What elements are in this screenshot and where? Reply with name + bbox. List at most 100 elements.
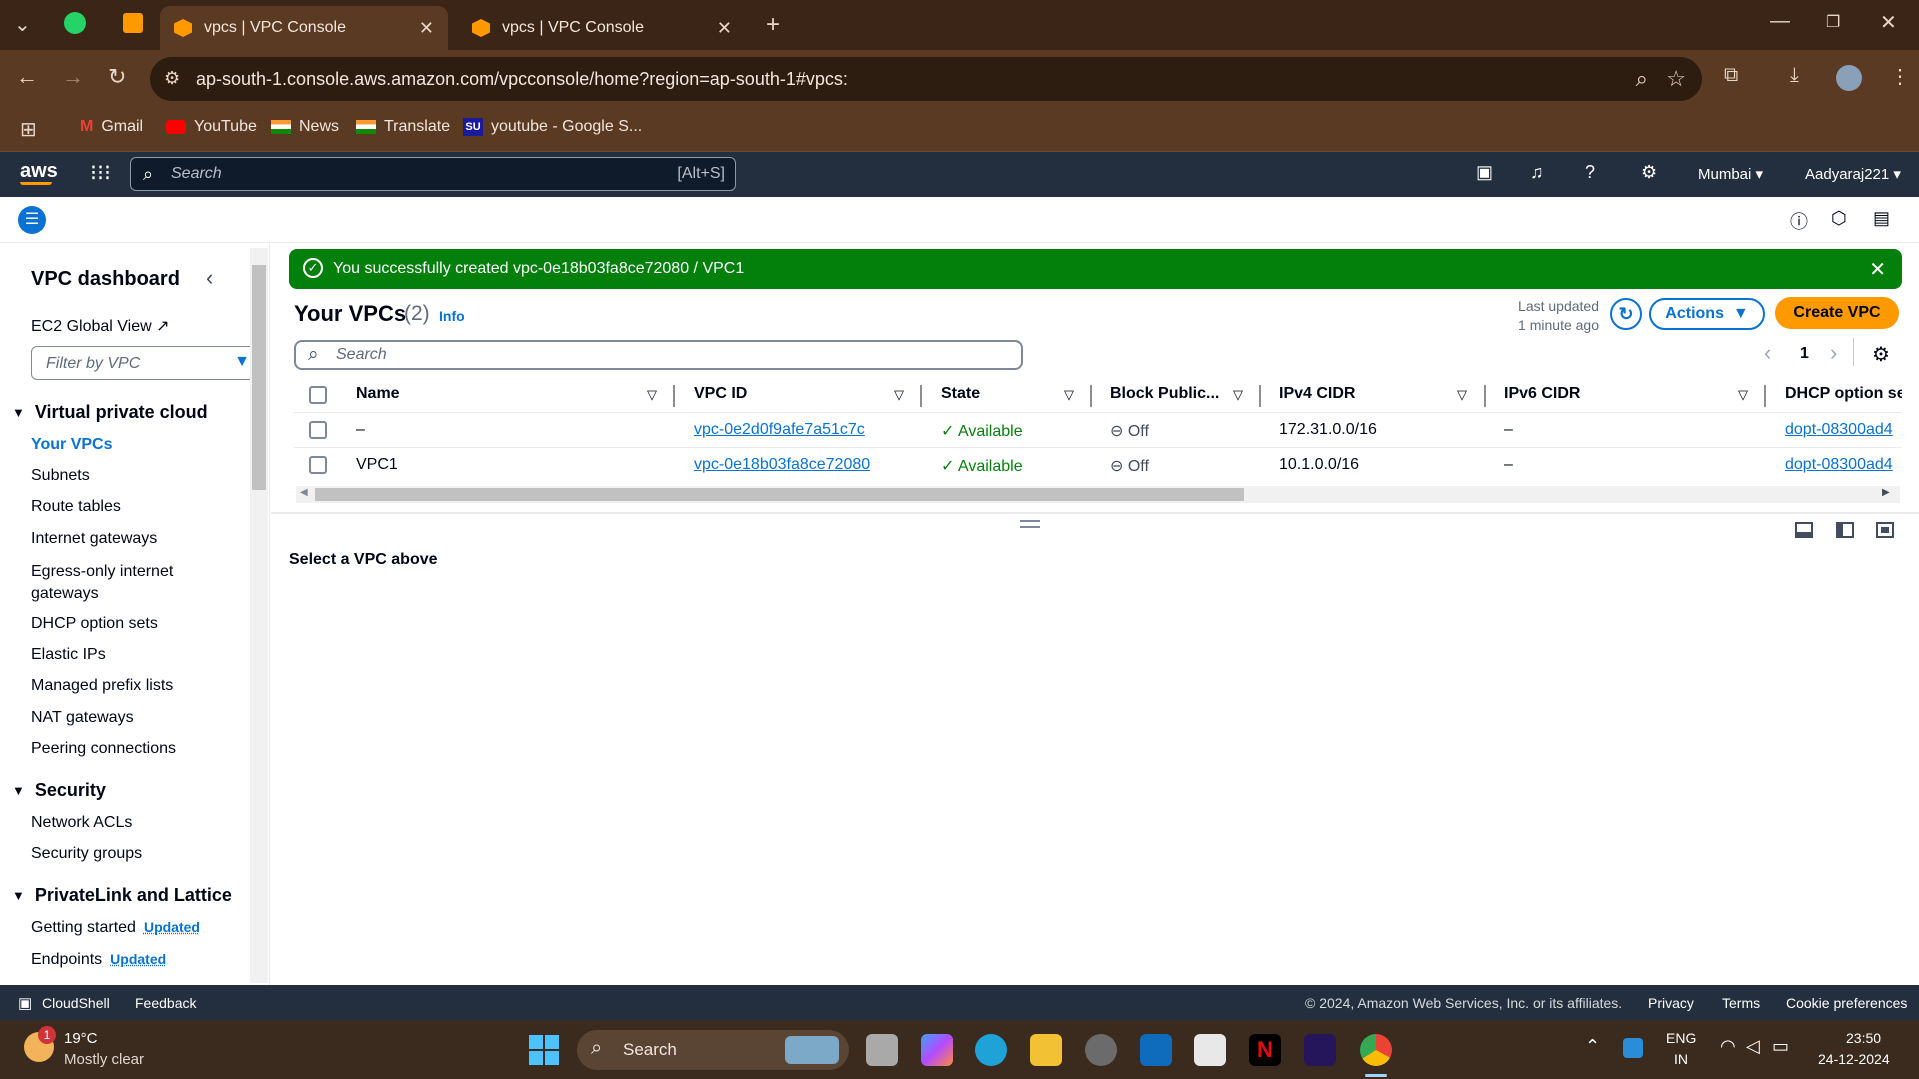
dismiss-flash-icon[interactable]: ✕ xyxy=(1869,257,1886,282)
sidebar-item-security-groups[interactable]: Security groups xyxy=(31,845,142,863)
language-line1[interactable]: ENG xyxy=(1666,1030,1696,1046)
url-bar[interactable]: ⚙ ap-south-1.console.aws.amazon.com/vpcc… xyxy=(150,57,1702,101)
tutorial-panel-icon[interactable]: ▤ xyxy=(1873,208,1890,229)
taskbar-search-box[interactable]: ⌕ Search xyxy=(577,1030,849,1070)
forward-icon[interactable]: → xyxy=(62,64,84,90)
tab-vpcs[interactable]: vpcs | VPC Console ✕ xyxy=(458,6,746,50)
sidebar-item-peering-connections[interactable]: Peering connections xyxy=(31,740,176,758)
column-header-vpc-id[interactable]: VPC ID xyxy=(694,385,747,403)
sidebar-item-endpoints[interactable]: Endpoints Updated xyxy=(31,951,166,969)
column-resizer[interactable] xyxy=(920,385,922,407)
vpc-search-input[interactable]: ⌕ Search xyxy=(294,340,1023,370)
column-resizer[interactable] xyxy=(1090,385,1092,407)
cookie-preferences-link[interactable]: Cookie preferences xyxy=(1786,995,1907,1011)
table-preferences-gear-icon[interactable]: ⚙ xyxy=(1872,342,1890,367)
sidebar-item-elastic-ips[interactable]: Elastic IPs xyxy=(31,646,106,664)
weather-desc[interactable]: Mostly clear xyxy=(64,1051,144,1068)
sidebar-title[interactable]: VPC dashboard xyxy=(31,268,180,291)
back-icon[interactable]: ← xyxy=(16,64,38,90)
window-close-icon[interactable]: ✕ xyxy=(1880,10,1897,35)
region-selector[interactable]: Mumbai ▾ xyxy=(1698,165,1763,183)
next-page-icon[interactable]: › xyxy=(1830,340,1837,366)
scroll-left-icon[interactable]: ◀ xyxy=(300,487,308,498)
bookmark-news[interactable]: News xyxy=(271,118,339,136)
tab-vpcs-active[interactable]: vpcs | VPC Console ✕ xyxy=(160,6,448,50)
cloudshell-footer-icon[interactable]: ▣ xyxy=(18,994,32,1012)
sort-icon[interactable]: ▽ xyxy=(1064,387,1074,403)
minimize-icon[interactable]: — xyxy=(1770,10,1790,33)
clock-time[interactable]: 23:50 xyxy=(1846,1030,1881,1046)
feedback-link[interactable]: Feedback xyxy=(135,995,196,1011)
aws-pinned-tab-icon[interactable] xyxy=(123,13,143,33)
split-full-icon[interactable] xyxy=(1876,522,1894,538)
sidebar-section-privatelink[interactable]: ▼ PrivateLink and Lattice xyxy=(12,885,232,906)
bookmark-gmail[interactable]: M Gmail xyxy=(80,118,143,136)
sidebar-item-your-vpcs[interactable]: Your VPCs xyxy=(31,436,113,454)
split-side-icon[interactable] xyxy=(1836,522,1854,538)
cloudshell-link[interactable]: CloudShell xyxy=(42,995,110,1011)
task-view-icon[interactable] xyxy=(866,1034,898,1066)
cell-vpc-id-link[interactable]: vpc-0e18b03fa8ce72080 xyxy=(694,456,870,474)
resize-handle-icon[interactable] xyxy=(1020,520,1040,528)
sort-icon[interactable]: ▽ xyxy=(1738,387,1748,403)
restore-icon[interactable]: ❐ xyxy=(1826,12,1840,32)
sidebar-item-nat-gateways[interactable]: NAT gateways xyxy=(31,709,134,727)
settings-gear-icon[interactable]: ⚙ xyxy=(1641,162,1657,183)
whatsapp-icon[interactable] xyxy=(64,12,86,34)
scroll-right-icon[interactable]: ▶ xyxy=(1882,487,1890,498)
bookmark-youtube-google[interactable]: SU youtube - Google S... xyxy=(463,118,642,136)
table-scrollbar-thumb[interactable] xyxy=(315,488,1244,501)
cell-dhcp-link[interactable]: dopt-08300ad4 xyxy=(1785,456,1893,474)
site-info-icon[interactable]: ⚙ xyxy=(164,68,180,89)
select-all-checkbox[interactable] xyxy=(309,386,327,404)
sort-icon[interactable]: ▽ xyxy=(1457,387,1467,403)
download-icon[interactable]: ⤓ xyxy=(1790,64,1799,87)
bookmark-youtube[interactable]: YouTube xyxy=(166,118,257,136)
chrome-icon[interactable] xyxy=(1360,1034,1392,1066)
column-header-block-public[interactable]: Block Public... xyxy=(1110,385,1219,403)
collapse-sidebar-icon[interactable]: ‹ xyxy=(206,265,213,291)
sort-icon[interactable]: ▽ xyxy=(1233,387,1243,403)
zoom-icon[interactable]: ⌕ xyxy=(1636,66,1648,92)
bookmark-translate[interactable]: Translate xyxy=(356,118,450,136)
row-checkbox[interactable] xyxy=(309,421,327,439)
amazon-music-icon[interactable] xyxy=(1304,1034,1336,1066)
page-number[interactable]: 1 xyxy=(1800,345,1809,363)
sidebar-item-getting-started[interactable]: Getting started Updated xyxy=(31,919,200,937)
column-resizer[interactable] xyxy=(1764,385,1766,407)
sidebar-item-managed-prefix-lists[interactable]: Managed prefix lists xyxy=(31,677,173,695)
bookmark-star-icon[interactable]: ☆ xyxy=(1666,66,1686,92)
sidebar-item-network-acls[interactable]: Network ACLs xyxy=(31,814,132,832)
column-header-ipv4-cidr[interactable]: IPv4 CIDR xyxy=(1279,385,1355,403)
close-tab-icon[interactable]: ✕ xyxy=(717,18,732,39)
column-header-state[interactable]: State xyxy=(941,385,980,403)
info-panel-icon[interactable]: ⓘ xyxy=(1790,208,1808,234)
split-bottom-icon[interactable] xyxy=(1795,522,1813,538)
column-resizer[interactable] xyxy=(1259,385,1261,407)
terms-link[interactable]: Terms xyxy=(1722,995,1760,1011)
sidebar-section-security[interactable]: ▼ Security xyxy=(12,780,106,801)
column-header-dhcp[interactable]: DHCP option se xyxy=(1785,385,1902,403)
sidebar-section-virtual-private-cloud[interactable]: ▼ Virtual private cloud xyxy=(12,402,208,423)
defender-icon[interactable] xyxy=(1623,1038,1643,1058)
filter-by-vpc-select[interactable]: Filter by VPC ▼ xyxy=(31,346,255,380)
column-header-name[interactable]: Name xyxy=(356,385,400,403)
sidebar-scrollbar-thumb[interactable] xyxy=(252,265,266,490)
language-line2[interactable]: IN xyxy=(1674,1051,1688,1067)
copilot-icon[interactable] xyxy=(921,1034,953,1066)
battery-icon[interactable]: ▭ xyxy=(1772,1036,1789,1057)
extensions-icon[interactable]: ⧉ xyxy=(1724,64,1738,87)
refresh-button[interactable]: ↻ xyxy=(1610,298,1642,330)
column-resizer[interactable] xyxy=(673,385,675,407)
weather-temp[interactable]: 19°C xyxy=(64,1030,98,1047)
menu-kebab-icon[interactable]: ⋮ xyxy=(1890,64,1910,89)
microsoft-store-icon[interactable] xyxy=(1194,1034,1226,1066)
row-checkbox[interactable] xyxy=(309,456,327,474)
services-grid-icon[interactable]: ⁝⁝⁝ xyxy=(90,160,111,186)
column-resizer[interactable] xyxy=(1484,385,1486,407)
cell-vpc-id-link[interactable]: vpc-0e2d0f9afe7a51c7c xyxy=(694,421,865,439)
info-link[interactable]: Info xyxy=(439,308,465,324)
profile-avatar[interactable] xyxy=(1836,65,1862,91)
actions-dropdown-button[interactable]: Actions ▼ xyxy=(1649,298,1765,330)
tab-search-chevron-icon[interactable]: ⌄ xyxy=(14,12,31,37)
